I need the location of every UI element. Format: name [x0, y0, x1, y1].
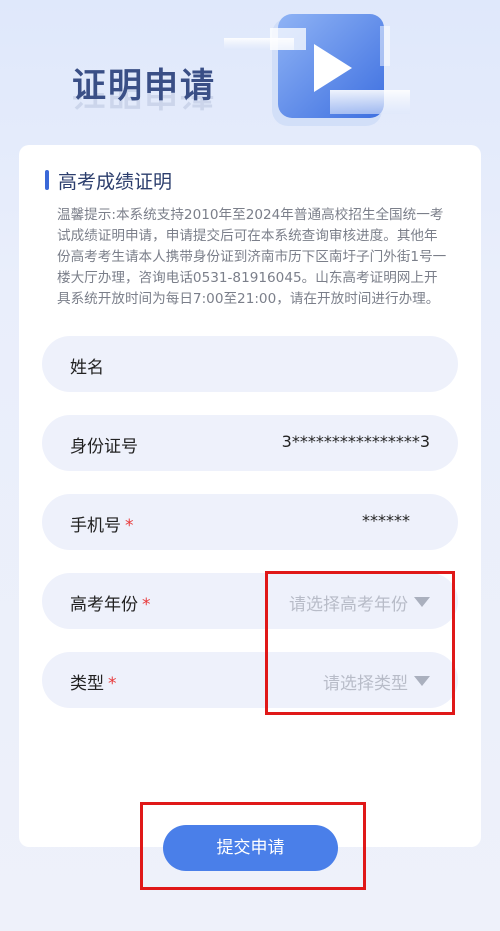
id-number-field[interactable]: 身份证号 3****************3	[42, 415, 458, 471]
exam-year-label: 高考年份 *	[70, 595, 151, 615]
annotation-box-submit	[140, 802, 366, 890]
page-title-reflection: 证明申请	[72, 90, 216, 112]
required-mark: *	[142, 595, 151, 615]
section-accent-bar	[45, 170, 49, 190]
name-label: 姓名	[70, 358, 104, 378]
required-mark: *	[108, 674, 117, 694]
hero-banner: 证明申请 证明申请	[0, 0, 500, 150]
id-number-value[interactable]: 3****************3	[282, 432, 430, 451]
phone-value[interactable]: ******	[362, 511, 410, 530]
name-field[interactable]: 姓名	[42, 336, 458, 392]
section-title: 高考成绩证明	[58, 171, 173, 193]
phone-field[interactable]: 手机号 * ******	[42, 494, 458, 550]
id-number-label: 身份证号	[70, 437, 138, 457]
phone-label: 手机号 *	[70, 516, 134, 536]
video-play-icon	[224, 14, 410, 126]
notice-text: 温馨提示:本系统支持2010年至2024年普通高校招生全国统一考试成绩证明申请，…	[57, 207, 447, 307]
annotation-box-selects	[265, 571, 455, 715]
type-label: 类型 *	[70, 674, 117, 694]
required-mark: *	[125, 516, 134, 536]
